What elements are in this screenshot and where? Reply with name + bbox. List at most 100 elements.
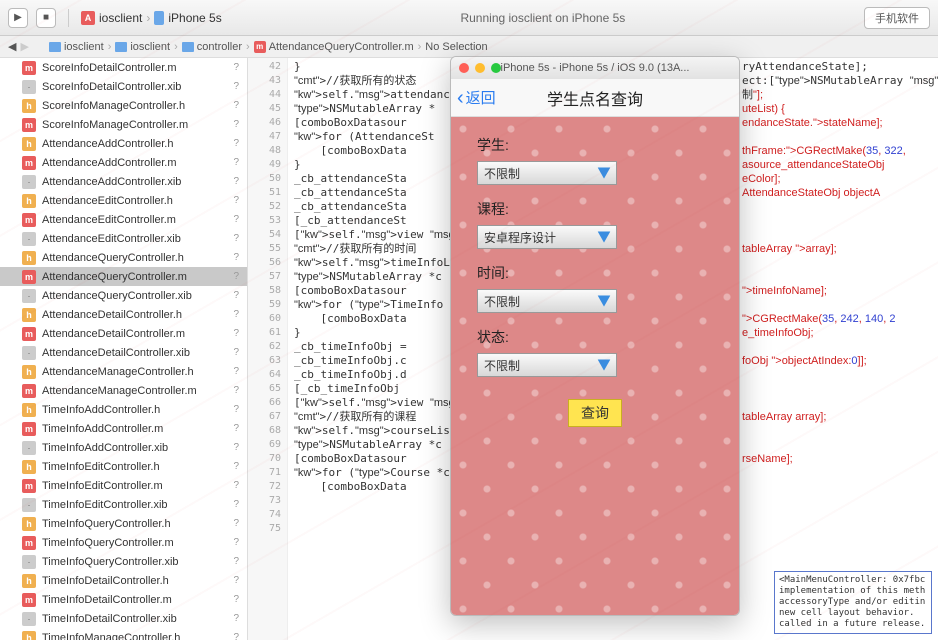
device-name: iPhone 5s [168, 11, 221, 25]
h-file-icon: h [22, 460, 36, 474]
minimize-icon[interactable] [475, 63, 485, 73]
file-name: AttendanceEditController.h [42, 195, 173, 207]
m-file-icon: m [22, 536, 36, 550]
crumb-nav-fwd[interactable]: ▶ [20, 40, 28, 53]
scheme-icon: A [81, 11, 95, 25]
nav-bar: ‹ 返回 学生点名查询 [451, 79, 739, 117]
file-name: AttendanceAddController.xib [42, 176, 181, 188]
file-name: AttendanceManageController.m [42, 385, 197, 397]
file-row[interactable]: mTimeInfoEditController.m? [0, 476, 247, 495]
file-row[interactable]: m TimeInfoQueryController.m? [0, 533, 247, 552]
file-name: AttendanceQueryController.h [42, 252, 184, 264]
file-row[interactable]: hAttendanceDetailController.h? [0, 305, 247, 324]
right-pill[interactable]: 手机软件 [864, 7, 930, 29]
combo-box[interactable]: 不限制 [477, 289, 617, 313]
file-row[interactable]: hAttendanceEditController.h? [0, 191, 247, 210]
scm-badge: ? [233, 632, 239, 640]
file-name: ScoreInfoDetailController.xib [42, 81, 181, 93]
combo-box[interactable]: 安卓程序设计 [477, 225, 617, 249]
x-file-icon: · [22, 232, 36, 246]
scheme-selector[interactable]: A iosclient › iPhone 5s [81, 11, 222, 25]
simulator-titlebar[interactable]: iPhone 5s - iPhone 5s / iOS 9.0 (13A... [451, 57, 739, 79]
scm-badge: ? [233, 195, 239, 206]
h-file-icon: h [22, 517, 36, 531]
dropdown-arrow-icon [598, 359, 611, 370]
file-row[interactable]: mAttendanceQueryController.m? [0, 267, 247, 286]
file-row[interactable]: hAttendanceAddController.h? [0, 134, 247, 153]
back-button[interactable]: ‹ 返回 [457, 87, 496, 108]
crumb-item[interactable]: No Selection [425, 41, 487, 53]
file-row[interactable]: hTimeInfoDetailController.h? [0, 571, 247, 590]
close-icon[interactable] [459, 63, 469, 73]
project-navigator[interactable]: mScoreInfoDetailController.m?·ScoreInfoD… [0, 58, 248, 640]
field-label: 课程: [477, 199, 713, 219]
run-button[interactable]: ▶ [8, 8, 28, 28]
file-row[interactable]: mAttendanceDetailController.m? [0, 324, 247, 343]
scm-badge: ? [233, 81, 239, 92]
m-file-icon: m [22, 61, 36, 75]
h-file-icon: h [22, 137, 36, 151]
file-row[interactable]: ·AttendanceQueryController.xib? [0, 286, 247, 305]
file-row[interactable]: hAttendanceManageController.h? [0, 362, 247, 381]
combo-box[interactable]: 不限制 [477, 161, 617, 185]
file-row[interactable]: mScoreInfoManageController.m? [0, 115, 247, 134]
m-file-icon: m [22, 593, 36, 607]
file-row[interactable]: ·TimeInfoQueryController.xib? [0, 552, 247, 571]
crumb-item[interactable]: controller [182, 41, 242, 53]
m-file-icon: m [22, 384, 36, 398]
file-name: TimeInfoAddController.m [42, 423, 163, 435]
activity-status: Running iosclient on iPhone 5s [230, 11, 856, 25]
file-row[interactable]: hAttendanceQueryController.h? [0, 248, 247, 267]
scm-badge: ? [233, 214, 239, 225]
file-row[interactable]: hTimeInfoEditController.h? [0, 457, 247, 476]
file-row[interactable]: · AttendanceAddController.xib? [0, 172, 247, 191]
x-file-icon: · [22, 175, 36, 189]
file-row[interactable]: ·AttendanceEditController.xib? [0, 229, 247, 248]
file-row[interactable]: mAttendanceManageController.m? [0, 381, 247, 400]
file-name: AttendanceManageController.h [42, 366, 194, 378]
scm-badge: ? [233, 518, 239, 529]
file-row[interactable]: hTimeInfoQueryController.h? [0, 514, 247, 533]
m-file-icon: m [22, 270, 36, 284]
combo-box[interactable]: 不限制 [477, 353, 617, 377]
file-row[interactable]: mAttendanceAddController.m? [0, 153, 247, 172]
stop-button[interactable]: ■ [36, 8, 56, 28]
form-body: 学生:不限制课程:安卓程序设计时间:不限制状态:不限制查询 [451, 117, 739, 615]
crumb-item[interactable]: mAttendanceQueryController.m [254, 41, 414, 53]
file-row[interactable]: hTimeInfoAddController.h? [0, 400, 247, 419]
file-row[interactable]: hTimeInfoManageController.h? [0, 628, 247, 640]
device-icon [154, 11, 164, 25]
zoom-icon[interactable] [491, 63, 501, 73]
console-output[interactable]: <MainMenuController: 0x7fbc implementati… [774, 571, 932, 634]
file-row[interactable]: mTimeInfoAddController.m? [0, 419, 247, 438]
file-row[interactable]: mAttendanceEditController.m? [0, 210, 247, 229]
file-row[interactable]: mTimeInfoDetailController.m? [0, 590, 247, 609]
scm-badge: ? [233, 537, 239, 548]
scm-badge: ? [233, 404, 239, 415]
file-name: TimeInfoAddController.xib [42, 442, 168, 454]
crumb-item[interactable]: iosclient [115, 41, 170, 53]
file-name: TimeInfoDetailController.h [42, 575, 169, 587]
traffic-lights[interactable] [459, 63, 501, 73]
crumb-nav-back[interactable]: ◀ [8, 40, 16, 53]
folder-icon [49, 42, 61, 52]
h-file-icon: h [22, 365, 36, 379]
file-name: TimeInfoEditController.h [42, 461, 160, 473]
file-row[interactable]: ·TimeInfoAddController.xib? [0, 438, 247, 457]
query-button[interactable]: 查询 [568, 399, 622, 427]
file-name: AttendanceEditController.m [42, 214, 176, 226]
file-row[interactable]: ·TimeInfoEditController.xib? [0, 495, 247, 514]
simulator-title: iPhone 5s - iPhone 5s / iOS 9.0 (13A... [501, 62, 690, 74]
code-area-right[interactable]: ryAttendanceState]; ect:["type">NSMutabl… [738, 58, 938, 640]
crumb-item[interactable]: iosclient [49, 41, 104, 53]
xcode-toolbar: ▶ ■ A iosclient › iPhone 5s Running iosc… [0, 0, 938, 36]
file-row[interactable]: ·TimeInfoDetailController.xib? [0, 609, 247, 628]
file-row[interactable]: hScoreInfoManageController.h? [0, 96, 247, 115]
file-row[interactable]: mScoreInfoDetailController.m? [0, 58, 247, 77]
scm-badge: ? [233, 176, 239, 187]
file-name: TimeInfoQueryController.m [42, 537, 174, 549]
h-file-icon: h [22, 631, 36, 640]
file-row[interactable]: ·AttendanceDetailController.xib? [0, 343, 247, 362]
scm-badge: ? [233, 575, 239, 586]
file-row[interactable]: ·ScoreInfoDetailController.xib? [0, 77, 247, 96]
